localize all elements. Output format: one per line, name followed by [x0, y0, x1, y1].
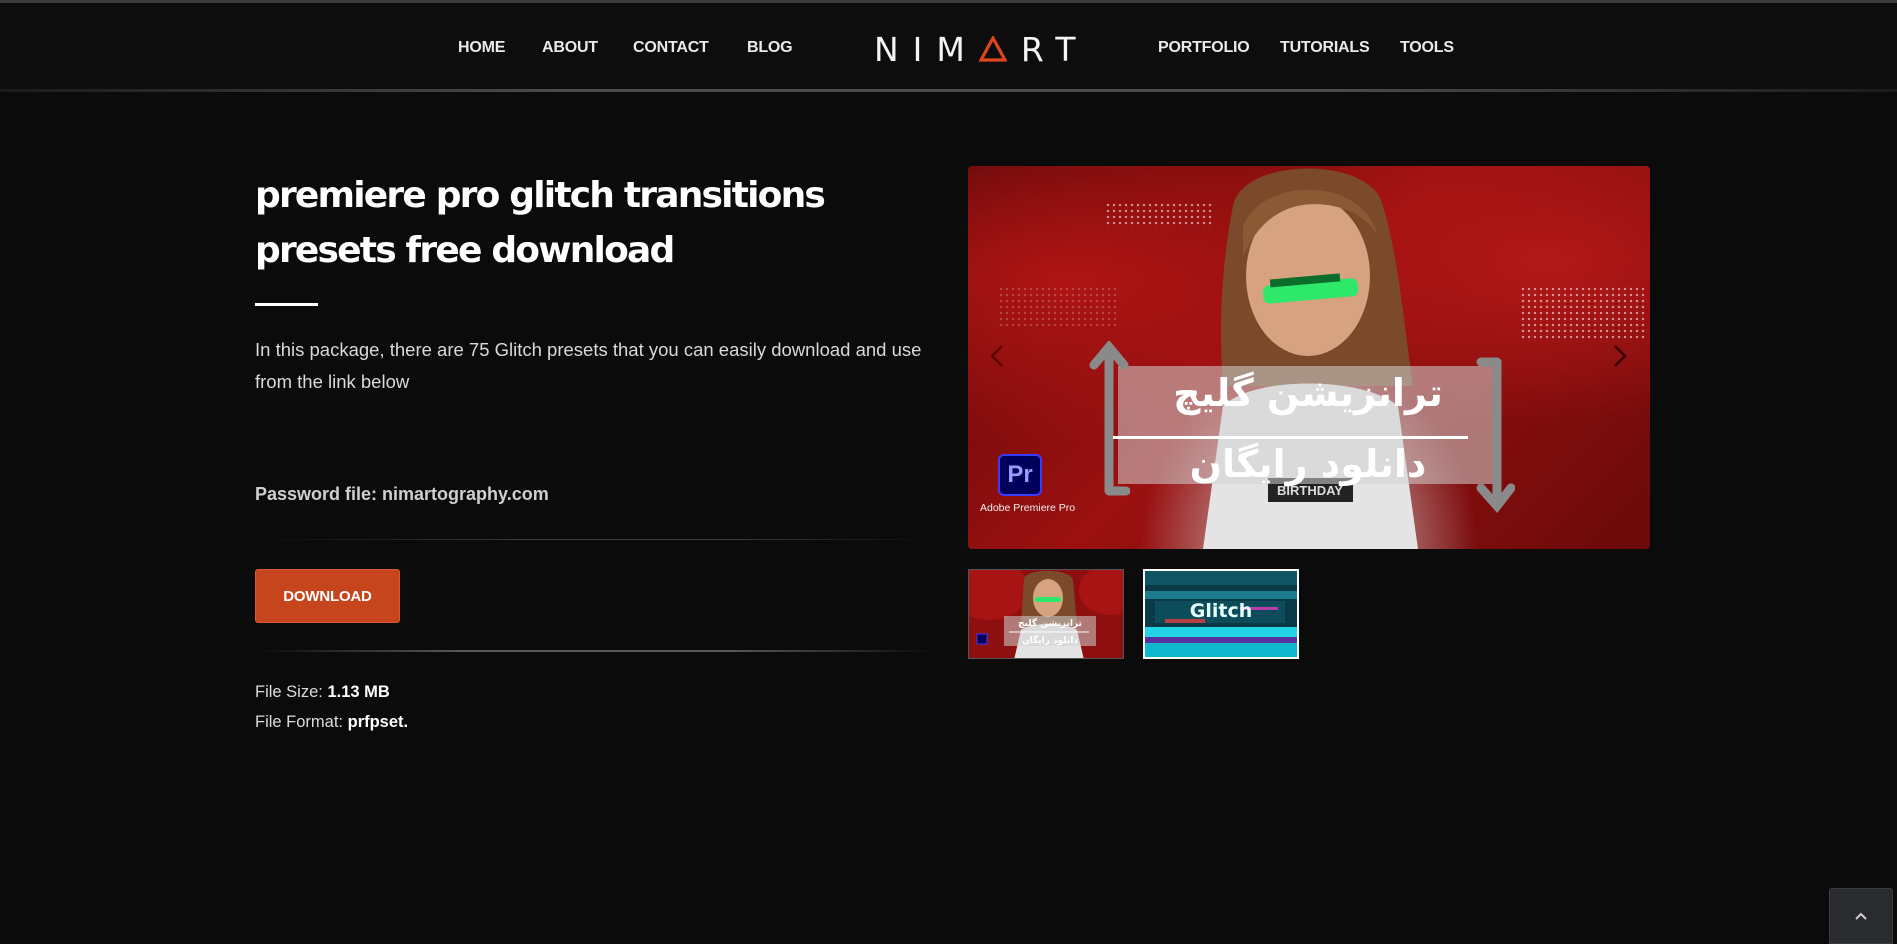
nav-home[interactable]: HOME [458, 39, 505, 57]
thumbnail-2[interactable]: Glitch [1143, 569, 1299, 659]
file-format-label: File Format: [255, 713, 344, 731]
banner-divider [1113, 436, 1468, 439]
back-to-top-button[interactable] [1829, 888, 1893, 944]
header-divider [0, 89, 1897, 92]
premiere-pro-logo: Pr [998, 454, 1042, 496]
download-button[interactable]: DOWNLOAD [255, 569, 400, 623]
logo-text-left: NIM [874, 29, 979, 69]
password-note: Password file: nimartography.com [255, 484, 549, 504]
image-slider[interactable]: BIRTHDAY ترانزیشن گلیچ دانلود رایگان Pr … [968, 166, 1650, 549]
thumbnail-image: ترانزیشن گلیچ دانلود رایگان [969, 570, 1123, 658]
nav-contact[interactable]: CONTACT [633, 39, 709, 57]
slide-title-line2: دانلود رایگان [1189, 442, 1427, 486]
nav-tutorials[interactable]: TUTORIALS [1280, 39, 1370, 57]
chevron-up-icon [1855, 912, 1867, 920]
post-title: premiere pro glitch transitions presets … [255, 175, 826, 271]
app-name: Adobe Premiere Pro [980, 502, 1076, 514]
nav-about[interactable]: ABOUT [542, 39, 598, 57]
logo-triangle-icon [978, 36, 1007, 62]
chevron-left-icon[interactable] [990, 344, 1004, 368]
nav-blog[interactable]: BLOG [747, 39, 793, 57]
file-format-value: prfpset. [347, 713, 409, 731]
thumb-title-line1: ترانزیشن گلیچ [1018, 617, 1082, 629]
file-format: File Format: prfpset. [255, 713, 408, 732]
thumbnail-image: Glitch [1145, 571, 1297, 657]
title-underline [255, 303, 318, 306]
nav-tools[interactable]: TOOLS [1400, 39, 1454, 57]
slide-title-line1: ترانزیشن گلیچ [1173, 371, 1443, 415]
post-description: In this package, there are 75 Glitch pre… [255, 339, 922, 392]
divider [255, 539, 935, 540]
nav-portfolio[interactable]: PORTFOLIO [1158, 39, 1250, 57]
dot-pattern [998, 286, 1118, 326]
site-logo[interactable]: NIM RT [874, 29, 1090, 69]
chevron-right-icon[interactable] [1613, 344, 1627, 368]
logo-text-right: RT [1020, 29, 1090, 69]
dot-pattern [1520, 286, 1644, 342]
model-photo: BIRTHDAY [1203, 168, 1418, 549]
file-size-value: 1.13 MB [327, 683, 390, 701]
file-size-label: File Size: [255, 683, 323, 701]
thumb-title-line2: دانلود رایگان [1022, 634, 1078, 646]
thumb-glitch-title: Glitch [1190, 600, 1253, 622]
file-size: File Size: 1.13 MB [255, 683, 390, 702]
site-header: HOME ABOUT CONTACT BLOG NIM RT PORTFOLIO… [0, 0, 1897, 92]
thumbnail-1[interactable]: ترانزیشن گلیچ دانلود رایگان [968, 569, 1124, 659]
divider [255, 650, 935, 652]
